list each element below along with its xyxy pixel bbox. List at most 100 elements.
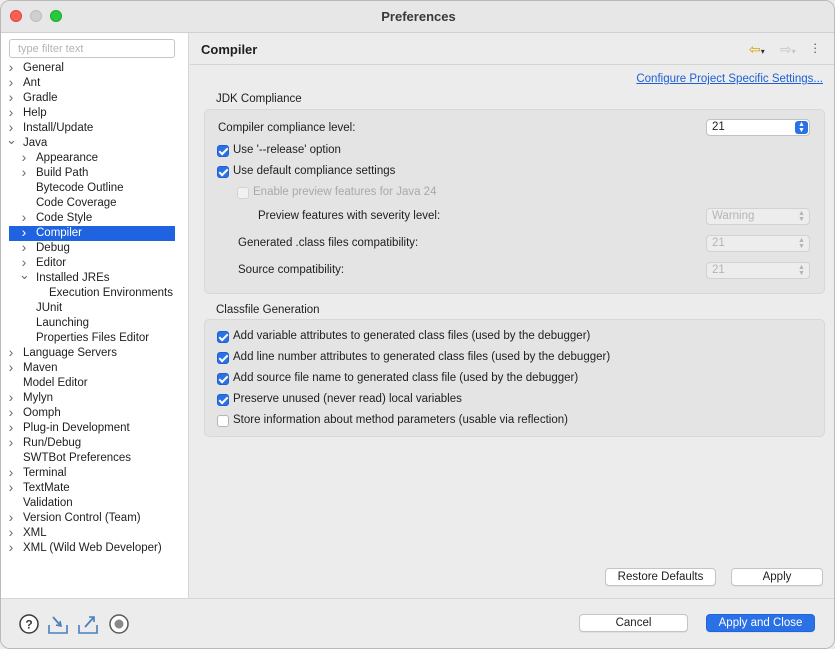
preview-severity-select[interactable]: Warning ▲ ▼ [706,208,810,225]
preview-severity-value: Warning [712,210,755,222]
tree-item-junit[interactable]: JUnit [1,301,189,316]
tree-item-code-style[interactable]: › Code Style [1,210,189,226]
tree-item-label: Validation [23,497,73,509]
compliance-level-label: Compiler compliance level: [218,122,356,134]
enable-preview-checkbox[interactable] [237,187,249,199]
tree-item-xml[interactable]: › XML [1,525,189,541]
sidebar: ›General›Ant›Gradle›Help›Install/Update⌄… [1,33,189,598]
tree-item-label: Code Style [36,212,93,224]
tree-item-mylyn[interactable]: › Mylyn [1,390,189,406]
classfile-compat-select[interactable]: 21 ▲ ▼ [706,235,810,252]
tree-item-properties-files-editor[interactable]: Properties Files Editor [1,331,189,346]
preview-severity-label: Preview features with severity level: [258,210,441,222]
tree-item-label: Ant [23,77,41,89]
tree-item-execution-environments[interactable]: Execution Environments [1,286,189,301]
tree-item-gradle[interactable]: › Gradle [1,90,189,106]
source-file-name-label: Add source file name to generated class … [233,372,579,384]
tree-item-debug[interactable]: › Debug [1,240,189,256]
chevron-right-icon[interactable]: › [6,540,16,556]
tree-item-general[interactable]: › General [1,60,189,76]
chevron-right-icon[interactable]: › [6,480,16,496]
tree-item-install-update[interactable]: › Install/Update [1,120,189,136]
tree-item-label: Run/Debug [23,437,82,449]
tree-item-compiler[interactable]: › Compiler [9,225,175,241]
tree-item-xml-wild-web-developer[interactable]: › XML (Wild Web Developer) [1,540,189,556]
compliance-level-select[interactable]: 21 ▲ ▼ [706,119,810,136]
method-parameters-checkbox[interactable] [217,415,229,427]
tree-item-java[interactable]: ⌄ Java [1,133,189,151]
tree-item-textmate[interactable]: › TextMate [1,480,189,496]
tree-item-validation[interactable]: Validation [1,496,189,511]
tree-item-build-path[interactable]: › Build Path [1,165,189,181]
import-icon[interactable] [47,613,69,635]
view-menu-icon[interactable]: · · · [813,37,819,58]
tree-item-label: Code Coverage [36,197,117,209]
tree-item-terminal[interactable]: › Terminal [1,465,189,481]
cancel-button[interactable]: Cancel [579,614,688,632]
preferences-window: Preferences ›General›Ant›Gradle›Help›Ins… [0,0,835,649]
configure-project-settings-link[interactable]: Configure Project Specific Settings... [636,73,823,85]
export-icon[interactable] [77,613,99,635]
tree-item-help[interactable]: › Help [1,105,189,121]
tree-item-label: Debug [36,242,70,254]
classfile-generation-group: Add variable attributes to generated cla… [204,319,825,437]
jdk-compliance-label: JDK Compliance [216,93,302,105]
apply-button[interactable]: Apply [731,568,823,586]
back-arrow-icon[interactable]: ⇦▾ [749,41,765,58]
filter-input[interactable] [9,39,175,58]
tree-item-plug-in-development[interactable]: › Plug-in Development [1,420,189,436]
chevron-right-icon[interactable]: › [19,165,29,181]
tree-item-label: General [23,62,64,74]
tree-item-language-servers[interactable]: › Language Servers [1,345,189,361]
tree-item-label: XML [23,527,47,539]
tree-item-label: TextMate [23,482,70,494]
tree-item-oomph[interactable]: › Oomph [1,405,189,421]
tree-item-appearance[interactable]: › Appearance [1,150,189,166]
chevron-right-icon[interactable]: › [6,360,16,376]
tree-item-code-coverage[interactable]: Code Coverage [1,196,189,211]
record-icon[interactable] [108,613,130,635]
preserve-unused-label: Preserve unused (never read) local varia… [233,393,462,405]
tree-item-launching[interactable]: Launching [1,316,189,331]
tree-item-swtbot-preferences[interactable]: SWTBot Preferences [1,451,189,466]
use-default-compliance-checkbox[interactable] [217,166,229,178]
tree-item-label: Properties Files Editor [36,332,150,344]
forward-arrow-icon[interactable]: ⇨▾ [780,41,796,58]
tree-item-label: Plug-in Development [23,422,130,434]
tree-item-label: Appearance [36,152,99,164]
title-bar: Preferences [1,1,834,33]
line-number-attributes-checkbox[interactable] [217,352,229,364]
variable-attributes-checkbox[interactable] [217,331,229,343]
select-arrows-icon: ▲ ▼ [798,264,805,277]
compliance-level-value: 21 [712,121,725,133]
tree-item-label: Terminal [23,467,67,479]
header-divider [190,64,834,65]
select-arrows-icon: ▲ ▼ [798,237,805,250]
use-release-checkbox[interactable] [217,145,229,157]
tree-item-label: Java [23,137,48,149]
tree-item-maven[interactable]: › Maven [1,360,189,376]
tree-item-label: Install/Update [23,122,94,134]
method-parameters-label: Store information about method parameter… [233,414,568,426]
tree-item-label: XML (Wild Web Developer) [23,542,162,554]
restore-defaults-button[interactable]: Restore Defaults [605,568,716,586]
classfile-compat-label: Generated .class files compatibility: [238,237,419,249]
help-icon[interactable]: ? [18,613,40,635]
source-compat-select[interactable]: 21 ▲ ▼ [706,262,810,279]
tree-item-bytecode-outline[interactable]: Bytecode Outline [1,181,189,196]
tree-item-ant[interactable]: › Ant [1,75,189,91]
chevron-down-icon[interactable]: ⌄ [19,268,30,286]
chevron-right-icon[interactable]: › [6,435,16,451]
preserve-unused-checkbox[interactable] [217,394,229,406]
source-file-name-checkbox[interactable] [217,373,229,385]
tree-item-model-editor[interactable]: Model Editor [1,376,189,391]
tree-item-run-debug[interactable]: › Run/Debug [1,435,189,451]
variable-attributes-label: Add variable attributes to generated cla… [233,330,591,342]
chevron-down-icon[interactable]: ⌄ [6,133,17,151]
tree-item-label: Oomph [23,407,61,419]
tree-item-installed-jres[interactable]: ⌄ Installed JREs [1,268,189,286]
tree-item-version-control-team[interactable]: › Version Control (Team) [1,510,189,526]
window-title: Preferences [381,9,456,24]
use-default-compliance-label: Use default compliance settings [233,165,396,177]
apply-and-close-button[interactable]: Apply and Close [706,614,815,632]
